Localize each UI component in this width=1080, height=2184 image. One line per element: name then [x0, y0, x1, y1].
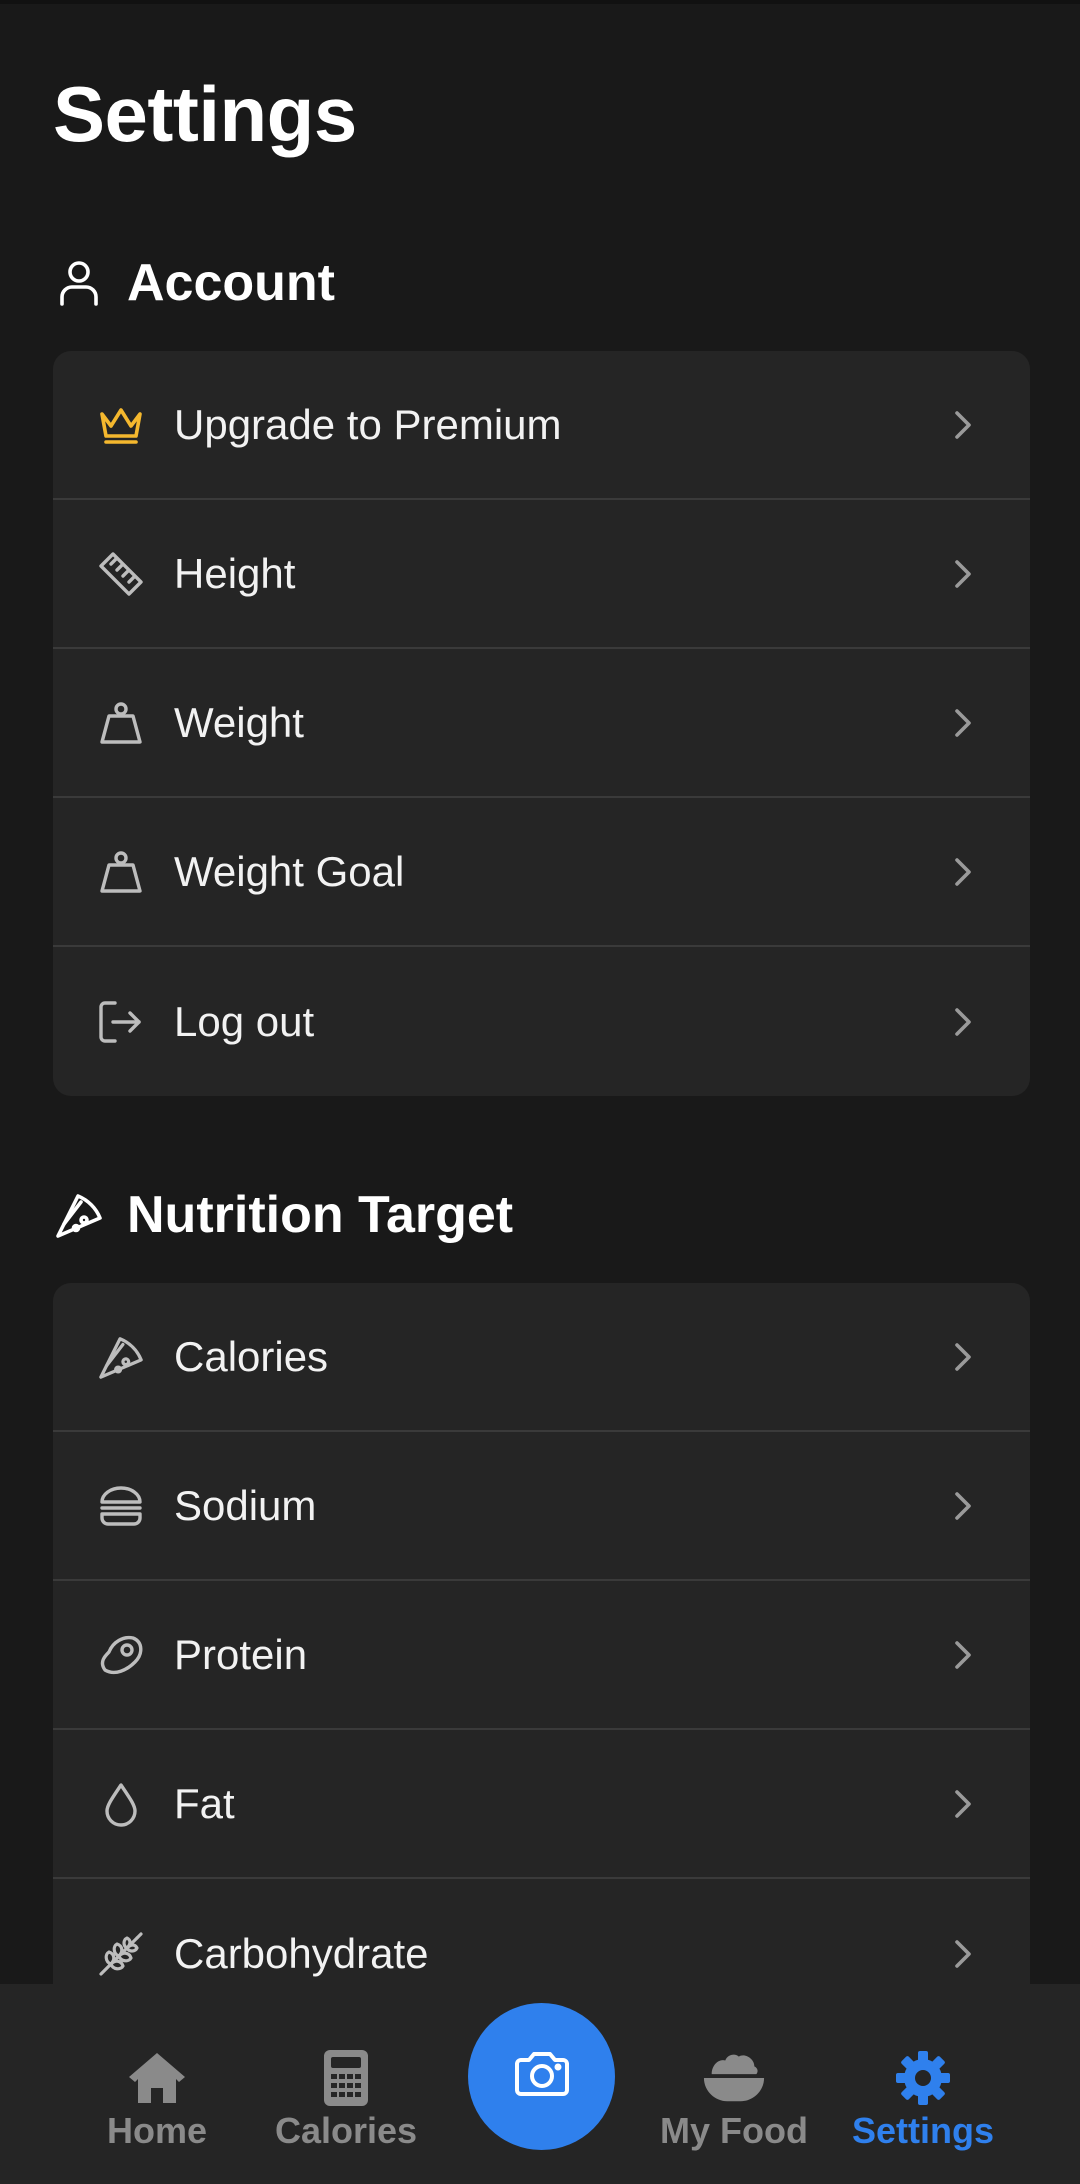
- weight-icon: [93, 844, 149, 900]
- protein-row[interactable]: Protein: [53, 1581, 1030, 1730]
- nutrition-card: Calories Sodium Protein Fat Carbohydrate: [53, 1283, 1030, 2003]
- weight-goal-label: Weight Goal: [174, 847, 405, 895]
- height-row[interactable]: Height: [53, 500, 1030, 649]
- height-label: Height: [174, 549, 296, 597]
- chevron-right-icon: [948, 1784, 978, 1824]
- weight-label: Weight: [174, 698, 304, 746]
- steak-icon: [93, 1627, 149, 1683]
- camera-icon: [513, 2050, 571, 2103]
- nav-calories-label: Calories: [274, 2110, 418, 2151]
- status-bar-edge: [0, 0, 1080, 4]
- nutrition-section-header: Nutrition Target: [53, 1180, 513, 1250]
- pizza-icon: [53, 1189, 105, 1241]
- drop-icon: [93, 1776, 149, 1832]
- wheat-icon: [93, 1926, 149, 1982]
- weight-goal-row[interactable]: Weight Goal: [53, 798, 1030, 947]
- logout-row[interactable]: Log out: [53, 947, 1030, 1096]
- nutrition-section-title: Nutrition Target: [127, 1186, 514, 1244]
- pizza-icon: [93, 1329, 149, 1385]
- nav-settings-label: Settings: [851, 2110, 994, 2151]
- weight-row[interactable]: Weight: [53, 649, 1030, 798]
- chevron-right-icon: [948, 852, 978, 892]
- account-section-title: Account: [127, 254, 335, 312]
- chevron-right-icon: [948, 1934, 978, 1974]
- calculator-icon: [314, 2048, 378, 2108]
- sodium-label: Sodium: [174, 1481, 317, 1529]
- upgrade-premium-label: Upgrade to Premium: [174, 400, 562, 448]
- user-icon: [53, 257, 105, 309]
- camera-button[interactable]: [468, 2003, 615, 2150]
- ruler-icon: [93, 546, 149, 602]
- protein-label: Protein: [174, 1630, 308, 1678]
- nav-home-label: Home: [106, 2110, 208, 2151]
- account-section-header: Account: [53, 248, 335, 318]
- chevron-right-icon: [948, 703, 978, 743]
- fat-row[interactable]: Fat: [53, 1730, 1030, 1879]
- settings-screen: Settings Account Upgrade to Premium Heig…: [0, 0, 1080, 2184]
- crown-icon: [93, 397, 149, 453]
- carbohydrate-label: Carbohydrate: [174, 1929, 429, 1977]
- chevron-right-icon: [948, 554, 978, 594]
- fat-label: Fat: [174, 1779, 235, 1827]
- burger-icon: [93, 1478, 149, 1534]
- chevron-right-icon: [948, 1486, 978, 1526]
- bowl-icon: [702, 2048, 766, 2108]
- chevron-right-icon: [948, 1002, 978, 1042]
- home-icon: [125, 2048, 189, 2108]
- nav-calories[interactable]: Calories: [274, 1984, 418, 2184]
- weight-icon: [93, 695, 149, 751]
- logout-icon: [93, 994, 149, 1050]
- nav-settings[interactable]: Settings: [848, 1984, 998, 2184]
- chevron-right-icon: [948, 1635, 978, 1675]
- logout-label: Log out: [174, 997, 315, 1045]
- gear-icon: [891, 2048, 955, 2108]
- nav-my-food[interactable]: My Food: [659, 1984, 809, 2184]
- calories-label: Calories: [174, 1332, 329, 1380]
- chevron-right-icon: [948, 405, 978, 445]
- nav-my-food-label: My Food: [660, 2110, 808, 2151]
- nav-home[interactable]: Home: [97, 1984, 217, 2184]
- page-title: Settings: [53, 70, 357, 158]
- sodium-row[interactable]: Sodium: [53, 1432, 1030, 1581]
- upgrade-premium-row[interactable]: Upgrade to Premium: [53, 351, 1030, 500]
- account-card: Upgrade to Premium Height Weight Weight …: [53, 351, 1030, 1096]
- calories-row[interactable]: Calories: [53, 1283, 1030, 1432]
- chevron-right-icon: [948, 1337, 978, 1377]
